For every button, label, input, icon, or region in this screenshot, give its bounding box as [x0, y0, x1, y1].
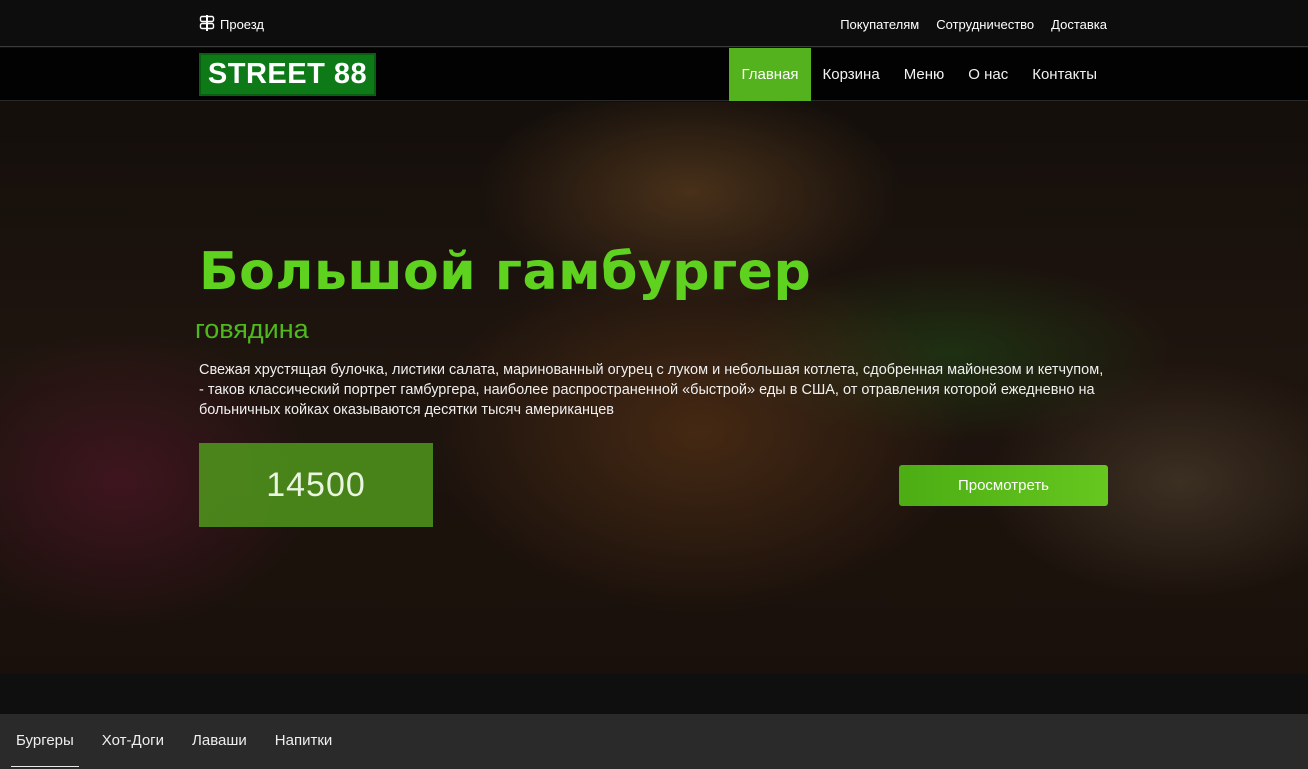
hero-subtitle: говядина	[195, 314, 309, 344]
route-link[interactable]: Проезд	[199, 14, 264, 35]
main-navbar: STREET 88 Главная Корзина Меню О нас Кон…	[0, 48, 1308, 101]
top-bar: Проезд Покупателям Сотрудничество Достав…	[0, 0, 1308, 47]
route-label: Проезд	[220, 17, 265, 32]
hero-description: Свежая хрустящая булочка, листики салата…	[199, 362, 1104, 418]
top-links: Покупателям Сотрудничество Доставка	[840, 17, 1107, 32]
menu-item-menu[interactable]: Меню	[892, 48, 957, 101]
tab-burgers[interactable]: Бургеры	[11, 714, 79, 767]
menu-item-cart[interactable]: Корзина	[811, 48, 892, 101]
category-tabs: Бургеры Хот-Доги Лаваши Напитки	[0, 714, 1308, 769]
hero-banner: Большой гамбургер говядина Свежая хрустя…	[0, 102, 1308, 674]
menu-item-home[interactable]: Главная	[729, 48, 811, 101]
main-menu: Главная Корзина Меню О нас Контакты	[729, 48, 1109, 101]
tab-hotdogs[interactable]: Хот-Доги	[97, 714, 169, 767]
menu-item-contacts[interactable]: Контакты	[1020, 48, 1109, 101]
price-box: 14500	[199, 443, 433, 527]
top-link-delivery[interactable]: Доставка	[1051, 17, 1107, 32]
hero-title: Большой гамбургер	[199, 242, 812, 302]
top-link-customers[interactable]: Покупателям	[840, 17, 919, 32]
section-gap	[0, 674, 1308, 714]
view-button[interactable]: Просмотреть	[899, 465, 1108, 506]
top-link-partnership[interactable]: Сотрудничество	[936, 17, 1034, 32]
signpost-icon	[199, 14, 215, 35]
menu-item-about[interactable]: О нас	[956, 48, 1020, 101]
tab-drinks[interactable]: Напитки	[270, 714, 338, 767]
tab-lavash[interactable]: Лаваши	[187, 714, 252, 767]
logo[interactable]: STREET 88	[199, 53, 376, 96]
